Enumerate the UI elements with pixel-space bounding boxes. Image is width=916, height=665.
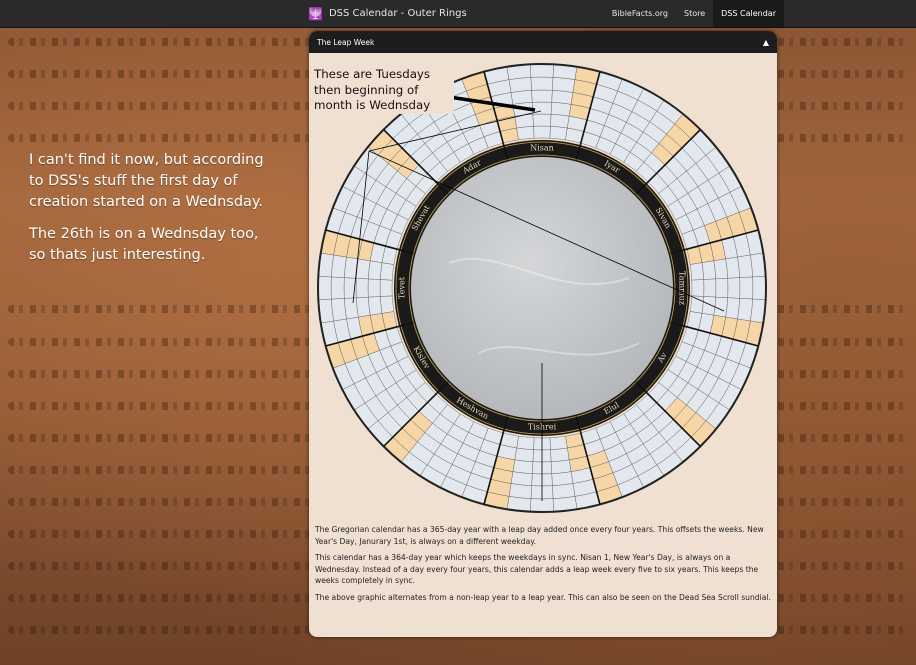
top-navbar: 🕎 DSS Calendar - Outer Rings BibleFacts.… xyxy=(0,0,916,28)
day-cell xyxy=(531,89,553,103)
day-cell xyxy=(703,278,717,298)
calendar-wheel: Nisan Iyar Sivan Tammuz Av Elul Tishrei Heshvan… xyxy=(309,53,777,523)
panel-header[interactable]: The Leap Week ▲ xyxy=(309,31,777,53)
day-cell xyxy=(530,63,554,78)
day-cell xyxy=(368,296,383,316)
app-title: DSS Calendar - Outer Rings xyxy=(328,8,467,19)
day-cell xyxy=(344,297,359,320)
day-cell xyxy=(516,126,535,141)
description-paragraph-2: This calendar has a 364-day year which k… xyxy=(315,553,759,585)
day-cell xyxy=(530,76,554,91)
left-note-paragraph-2: The 26th is on a Wednsday too, so thats … xyxy=(29,226,259,263)
day-cell xyxy=(330,276,345,300)
day-cell xyxy=(368,260,383,280)
day-cell xyxy=(331,298,347,322)
description: The Gregorian calendar has a 365-day yea… xyxy=(315,524,771,608)
month-label-tammuz: Tammuz xyxy=(678,271,687,305)
day-cell xyxy=(514,447,534,462)
wheel-svg: NisanIyarSivanTammuzAvElulTishreiHeshvan… xyxy=(317,63,767,513)
menorah-icon: 🕎 xyxy=(308,6,323,21)
left-note-paragraph-1: I can't find it now, but according to DS… xyxy=(29,152,264,210)
day-cell xyxy=(725,256,740,279)
day-cell xyxy=(550,102,572,117)
description-paragraph-1: The Gregorian calendar has a 365-day yea… xyxy=(315,525,764,546)
day-cell xyxy=(508,77,532,93)
day-cell xyxy=(549,435,568,450)
left-note: I can't find it now, but according to DS… xyxy=(29,150,279,277)
day-cell xyxy=(713,258,728,280)
leap-week-panel: The Leap Week ▲ Nisan Iyar Sivan Tammuz Av El… xyxy=(309,31,777,637)
nav-link-dss-calendar[interactable]: DSS Calendar xyxy=(713,0,784,27)
day-cell xyxy=(380,262,395,281)
brand[interactable]: 🕎 DSS Calendar - Outer Rings xyxy=(308,0,467,27)
nav-link-biblefacts[interactable]: BibleFacts.org xyxy=(604,0,676,27)
month-label-tevet: Tevet xyxy=(398,276,407,299)
day-cell xyxy=(516,435,535,450)
day-cell xyxy=(331,254,347,278)
day-cell xyxy=(725,297,740,320)
day-cell xyxy=(532,113,552,127)
tuesdays-annotation: These are Tuesdays then beginning of mon… xyxy=(314,67,454,114)
day-cell xyxy=(551,90,574,105)
panel-title: The Leap Week xyxy=(317,37,375,47)
description-paragraph-3: The above graphic alternates from a non-… xyxy=(315,592,771,602)
day-cell xyxy=(701,260,716,280)
day-cell xyxy=(367,278,381,298)
collapse-icon[interactable]: ▲ xyxy=(763,38,769,47)
day-cell xyxy=(510,471,533,486)
day-cell xyxy=(737,254,753,278)
month-label-nisan: Nisan xyxy=(530,144,554,153)
day-cell xyxy=(510,90,533,105)
nav-menu: BibleFacts.org Store DSS Calendar xyxy=(604,0,784,27)
day-cell xyxy=(549,126,568,141)
day-cell xyxy=(737,298,753,322)
day-cell xyxy=(691,279,705,297)
day-cell xyxy=(551,471,574,486)
day-cell xyxy=(550,447,570,462)
day-cell xyxy=(715,278,729,298)
day-cell xyxy=(550,459,572,474)
day-cell xyxy=(512,459,534,474)
day-cell xyxy=(533,125,551,139)
day-cell xyxy=(379,279,393,297)
day-cell xyxy=(380,295,395,314)
day-cell xyxy=(317,276,332,300)
day-cell xyxy=(689,262,704,281)
day-cell xyxy=(356,258,371,280)
day-cell xyxy=(727,277,741,299)
day-cell xyxy=(739,276,754,300)
day-cell xyxy=(552,483,576,499)
nav-link-store[interactable]: Store xyxy=(676,0,713,27)
day-cell xyxy=(752,276,767,300)
day-cell xyxy=(508,483,532,499)
day-cell xyxy=(552,77,576,93)
day-cell xyxy=(355,278,369,298)
day-cell xyxy=(550,114,570,129)
day-cell xyxy=(701,296,716,316)
day-cell xyxy=(356,296,371,318)
